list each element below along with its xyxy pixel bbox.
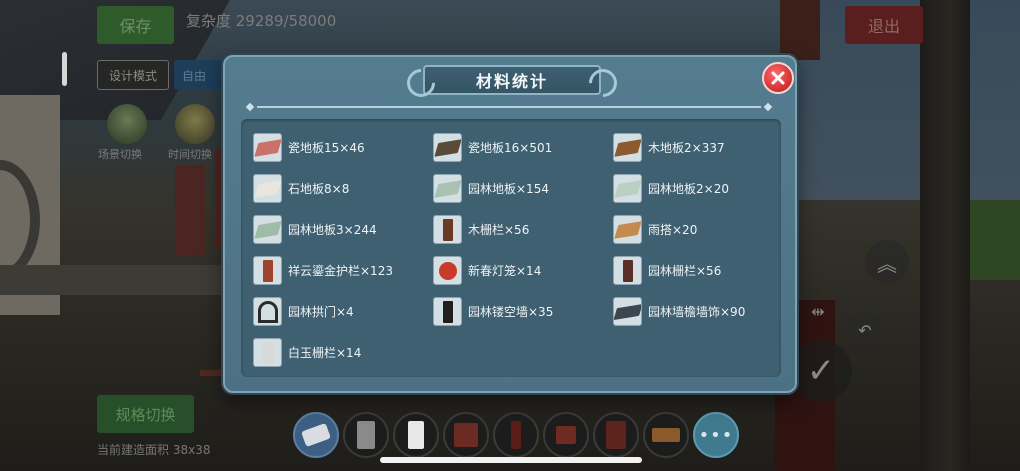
more-options-button[interactable]: ••• — [693, 412, 739, 458]
confirm-check-icon[interactable]: ✓ — [790, 340, 852, 402]
white-jade-fence-icon — [253, 338, 282, 367]
dark-tile-floor-icon — [433, 133, 462, 162]
material-item: 木栅栏×56 — [433, 209, 613, 250]
material-item-label: 瓷地板16×501 — [468, 141, 553, 155]
mirror-icon[interactable]: ⇹ — [800, 293, 836, 329]
garden-archway-icon — [253, 297, 282, 326]
raise-up-icon[interactable]: ︽ — [865, 240, 909, 284]
railing-icon[interactable] — [543, 412, 589, 458]
material-item-label: 瓷地板15×46 — [288, 141, 365, 155]
build-area-text: 当前建造面积 38x38 — [97, 443, 211, 457]
red-beam — [780, 0, 820, 60]
garden-floor-icon — [433, 174, 462, 203]
material-item-label: 园林地板×154 — [468, 182, 549, 196]
material-item: 园林栅栏×56 — [613, 250, 781, 291]
white-panel-icon[interactable] — [393, 412, 439, 458]
eraser-icon[interactable] — [293, 412, 339, 458]
save-button[interactable]: 保存 — [97, 6, 174, 44]
material-item: 园林地板2×20 — [613, 168, 781, 209]
grey-panel-icon[interactable] — [343, 412, 389, 458]
scene-switch-icon[interactable] — [107, 104, 147, 144]
scene-switch-label: 场景切换 — [98, 148, 142, 161]
close-icon — [771, 71, 785, 85]
material-item-label: 园林镂空墙×35 — [468, 305, 554, 319]
material-list-panel: 瓷地板15×46 瓷地板16×501 木地板2×337 石地板8×8 园林地板×154 园… — [241, 119, 781, 377]
complexity-counter: 复杂度 29289/58000 — [186, 12, 337, 30]
material-stats-dialog: 材料统计 瓷地板15×46 瓷地板16×501 木地板2×337 石地板8×8 园林地板… — [223, 55, 797, 393]
garden-floor-2-icon — [613, 174, 642, 203]
rain-canopy-icon — [613, 215, 642, 244]
time-switch-icon[interactable] — [175, 104, 215, 144]
dialog-title-plate: 材料统计 — [423, 65, 601, 95]
garden-fence-icon — [613, 256, 642, 285]
material-item: 瓷地板16×501 — [433, 127, 613, 168]
wall-eave-icon — [613, 297, 642, 326]
material-item: 园林地板3×244 — [253, 209, 433, 250]
material-item-label: 石地板8×8 — [288, 182, 350, 196]
material-item-label: 木地板2×337 — [648, 141, 725, 155]
material-item: 石地板8×8 — [253, 168, 433, 209]
material-item-label: 园林栅栏×56 — [648, 264, 722, 278]
red-tile-floor-icon — [253, 133, 282, 162]
material-item: 园林墙檐墙饰×90 — [613, 291, 781, 332]
material-grid: 瓷地板15×46 瓷地板16×501 木地板2×337 石地板8×8 园林地板×154 园… — [253, 127, 769, 373]
material-item-label: 雨搭×20 — [648, 223, 698, 237]
wood-floor-icon — [613, 133, 642, 162]
red-pillar — [175, 165, 205, 255]
side-panel-handle[interactable] — [62, 52, 67, 86]
golden-railing-icon — [253, 256, 282, 285]
material-item: 木地板2×337 — [613, 127, 781, 168]
lattice-icon[interactable] — [443, 412, 489, 458]
red-screen-icon[interactable] — [593, 412, 639, 458]
design-mode-button[interactable]: 设计模式 — [97, 60, 169, 90]
close-button[interactable] — [762, 62, 794, 94]
stone-floor-strip — [0, 265, 260, 295]
red-lantern-icon — [433, 256, 462, 285]
material-item: 园林拱门×4 — [253, 291, 433, 332]
undo-icon[interactable]: ↶ — [848, 313, 882, 347]
exit-button[interactable]: 退出 — [845, 6, 923, 44]
lattice-wall-icon — [433, 297, 462, 326]
wood-fence-icon — [433, 215, 462, 244]
material-item-label: 白玉栅栏×14 — [288, 346, 362, 360]
material-item: 新春灯笼×14 — [433, 250, 613, 291]
time-switch-label: 时间切换 — [168, 148, 212, 161]
dialog-title: 材料统计 — [475, 72, 548, 91]
stone-floor-icon — [253, 174, 282, 203]
build-toolbar: ••• — [293, 412, 739, 458]
material-item: 祥云鎏金护栏×123 — [253, 250, 433, 291]
material-item: 园林地板×154 — [433, 168, 613, 209]
garden-floor-3-icon — [253, 215, 282, 244]
material-item-label: 木栅栏×56 — [468, 223, 530, 237]
title-divider — [245, 102, 773, 112]
table-icon[interactable] — [643, 412, 689, 458]
dark-pillar — [920, 0, 970, 471]
material-item: 雨搭×20 — [613, 209, 781, 250]
red-post-icon[interactable] — [493, 412, 539, 458]
material-item-label: 园林地板3×244 — [288, 223, 377, 237]
material-item-label: 园林墙檐墙饰×90 — [648, 305, 746, 319]
spec-switch-button[interactable]: 规格切换 — [97, 395, 194, 433]
material-item-label: 园林地板2×20 — [648, 182, 729, 196]
material-item-label: 新春灯笼×14 — [468, 264, 542, 278]
material-item: 瓷地板15×46 — [253, 127, 433, 168]
material-item-label: 祥云鎏金护栏×123 — [288, 264, 393, 278]
home-indicator[interactable] — [380, 457, 642, 463]
material-item: 园林镂空墙×35 — [433, 291, 613, 332]
material-item: 白玉栅栏×14 — [253, 332, 433, 373]
material-item-label: 园林拱门×4 — [288, 305, 354, 319]
